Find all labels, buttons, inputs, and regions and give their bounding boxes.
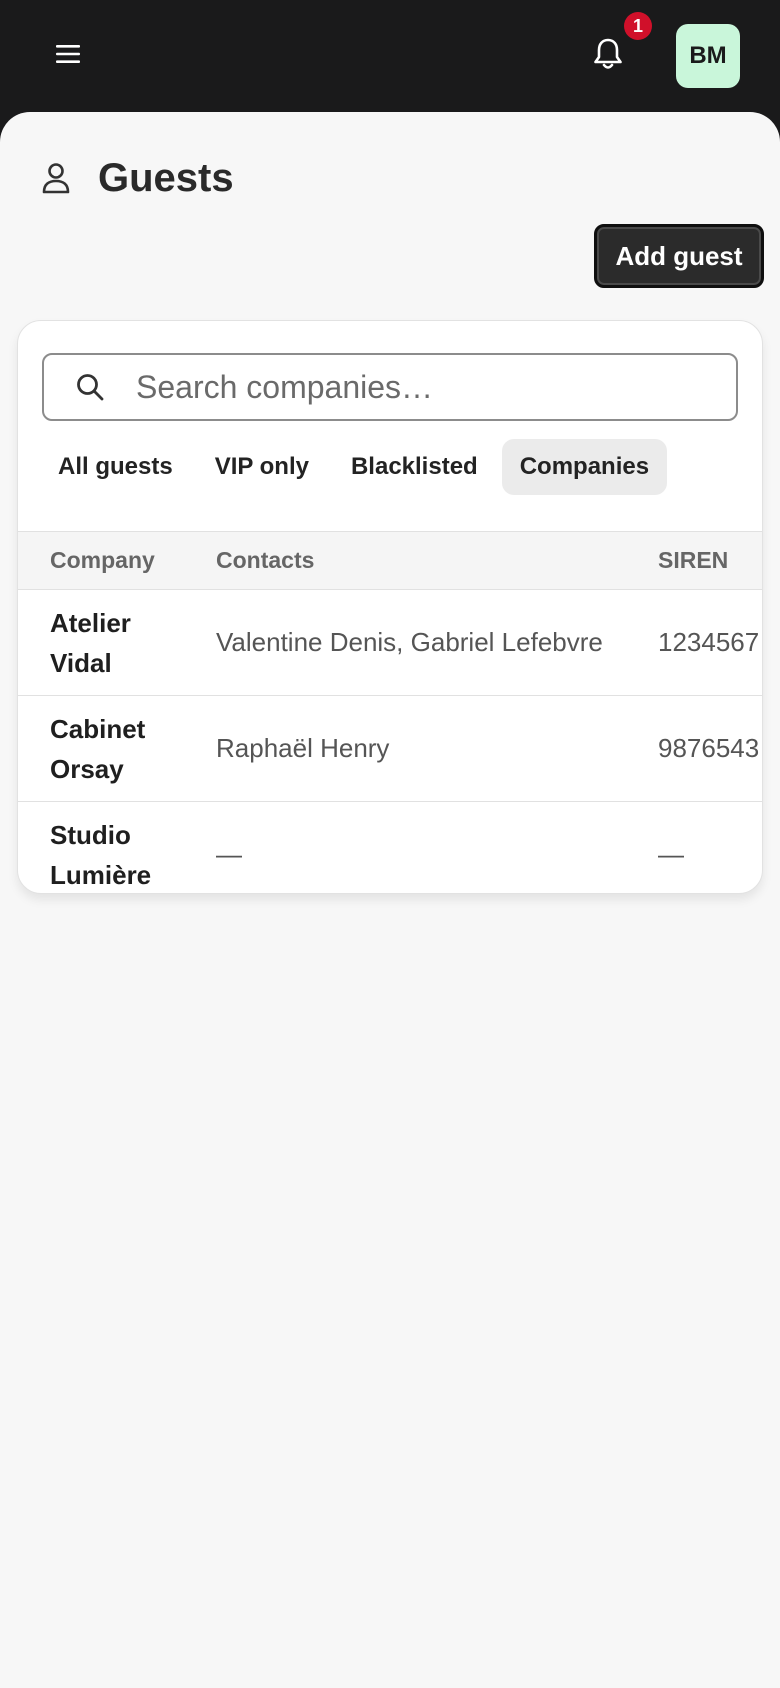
- table-row[interactable]: Studio Lumière — —: [18, 802, 762, 894]
- tab-blacklisted[interactable]: Blacklisted: [333, 439, 496, 495]
- table-header-row: Company Contacts SIREN: [18, 531, 762, 590]
- contacts-cell: Raphaël Henry: [216, 733, 390, 763]
- menu-icon: [56, 45, 80, 63]
- tab-all-guests[interactable]: All guests: [40, 439, 191, 495]
- notifications-button[interactable]: [584, 30, 632, 78]
- company-cell: Studio Lumière: [50, 819, 152, 890]
- hamburger-menu-button[interactable]: [44, 30, 92, 78]
- person-icon: [42, 163, 70, 194]
- main-sheet: Guests Add guest All guests VIP only Bla…: [0, 112, 780, 1688]
- company-cell: Atelier Vidal: [50, 607, 131, 678]
- notification-badge: 1: [624, 12, 652, 40]
- column-header-company[interactable]: Company: [18, 532, 184, 590]
- search-box[interactable]: [42, 353, 738, 421]
- tab-companies[interactable]: Companies: [501, 439, 668, 495]
- search-input[interactable]: [136, 357, 736, 417]
- bell-icon: [594, 38, 622, 69]
- column-header-siren[interactable]: SIREN: [626, 532, 762, 590]
- page-header: Guests: [40, 148, 234, 208]
- search-icon: [77, 374, 104, 401]
- contacts-cell: Valentine Denis, Gabriel Lefebvre: [216, 627, 603, 657]
- siren-cell: 1234567: [658, 627, 760, 657]
- table-row[interactable]: Atelier Vidal Valentine Denis, Gabriel L…: [18, 590, 762, 696]
- column-header-contacts[interactable]: Contacts: [184, 532, 626, 590]
- siren-cell: 9876543: [658, 733, 760, 763]
- tab-vip-only[interactable]: VIP only: [197, 439, 327, 495]
- companies-table: Company Contacts SIREN Atelier Vidal Val…: [18, 531, 762, 894]
- guests-card: All guests VIP only Blacklisted Companie…: [17, 320, 763, 894]
- table-row[interactable]: Cabinet Orsay Raphaël Henry 9876543: [18, 696, 762, 802]
- top-bar: 1 BM: [0, 0, 780, 112]
- company-cell: Cabinet Orsay: [50, 713, 146, 784]
- add-guest-button[interactable]: Add guest: [594, 224, 764, 288]
- page-title: Guests: [98, 155, 234, 200]
- contacts-cell: —: [216, 839, 242, 870]
- siren-cell: —: [658, 839, 684, 870]
- filter-tabs: All guests VIP only Blacklisted Companie…: [40, 439, 668, 495]
- user-avatar[interactable]: BM: [676, 24, 740, 88]
